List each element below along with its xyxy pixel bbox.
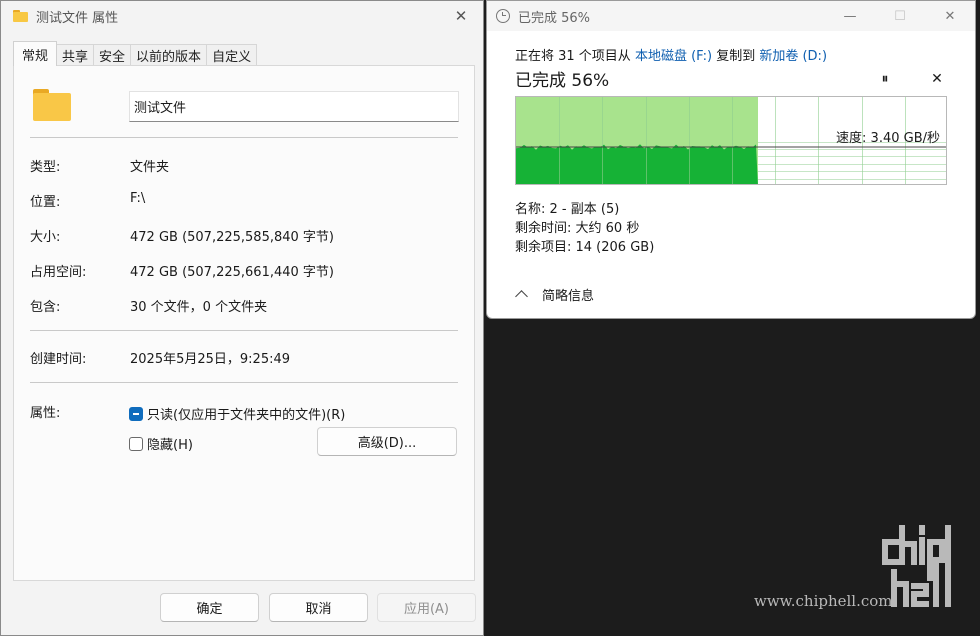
readonly-label: 只读(仅应用于文件夹中的文件)(R)	[147, 408, 346, 423]
advanced-button[interactable]: 高级(D)...	[317, 427, 457, 456]
properties-titlebar: 测试文件 属性 ✕	[1, 1, 483, 31]
divider	[30, 330, 458, 331]
folder-name-input[interactable]: 测试文件	[129, 91, 459, 122]
cancel-icon[interactable]: ✕	[927, 69, 947, 89]
watermark-url: www.chiphell.com	[754, 592, 893, 610]
copy-progress-window: 已完成 56% — ☐ ✕ 正在将 31 个项目从 本地磁盘 (F:) 复制到 …	[486, 0, 976, 319]
hidden-checkbox[interactable]: 隐藏(H)	[129, 434, 193, 453]
progress-title: 已完成 56%	[515, 71, 610, 91]
readonly-checkbox[interactable]: 只读(仅应用于文件夹中的文件)(R)	[129, 404, 345, 423]
location-value: F:\	[130, 191, 146, 206]
tab-sharing[interactable]: 共享	[56, 44, 95, 66]
checkbox-icon[interactable]	[129, 436, 143, 451]
location-label: 位置:	[30, 195, 61, 210]
general-panel: 测试文件 类型: 文件夹 位置: F:\ 大小: 472 GB (507,225…	[13, 65, 475, 581]
size-value: 472 GB (507,225,585,840 字节)	[130, 230, 334, 245]
destination-link[interactable]: 新加卷 (D:)	[759, 49, 827, 64]
chiphell-logo	[882, 525, 951, 607]
folder-icon	[13, 10, 28, 22]
contains-value: 30 个文件，0 个文件夹	[130, 300, 268, 315]
items-remaining-info: 剩余项目: 14 (206 GB)	[515, 240, 655, 255]
fewer-details-label: 简略信息	[542, 289, 595, 304]
copy-description: 正在将 31 个项目从 本地磁盘 (F:) 复制到 新加卷 (D:)	[515, 45, 827, 64]
folder-icon	[33, 89, 71, 121]
created-value: 2025年5月25日，9:25:49	[130, 352, 291, 367]
close-icon[interactable]: ✕	[927, 1, 973, 31]
copy-middle: 复制到	[712, 49, 760, 64]
size-on-disk-value: 472 GB (507,225,661,440 字节)	[130, 265, 334, 280]
type-value: 文件夹	[130, 160, 170, 175]
hidden-label: 隐藏(H)	[147, 438, 193, 453]
time-remaining-info: 剩余时间: 大约 60 秒	[515, 221, 640, 236]
pause-icon[interactable]: ⏸	[875, 69, 895, 89]
tab-general[interactable]: 常规	[13, 41, 58, 66]
created-label: 创建时间:	[30, 352, 87, 367]
tab-strip: 常规 共享 安全 以前的版本 自定义	[13, 41, 258, 66]
speed-label: 速度: 3.40 GB/秒	[836, 131, 940, 146]
copy-prefix: 正在将 31 个项目从	[515, 49, 635, 64]
size-on-disk-label: 占用空间:	[30, 265, 87, 280]
window-title: 已完成 56%	[518, 10, 591, 26]
properties-window: 测试文件 属性 ✕ 常规 共享 安全 以前的版本 自定义 测试文件 类型: 文件…	[0, 0, 484, 636]
minimize-icon[interactable]: —	[827, 1, 873, 31]
clock-icon	[496, 9, 510, 23]
type-label: 类型:	[30, 160, 61, 175]
speed-graph: 速度: 3.40 GB/秒	[515, 96, 947, 185]
apply-button[interactable]: 应用(A)	[377, 593, 476, 622]
size-label: 大小:	[30, 230, 61, 245]
chevron-up-icon	[515, 290, 528, 303]
source-link[interactable]: 本地磁盘 (F:)	[635, 49, 712, 64]
contains-label: 包含:	[30, 300, 61, 315]
window-title: 测试文件 属性	[36, 10, 119, 26]
divider	[30, 382, 458, 383]
ok-button[interactable]: 确定	[160, 593, 259, 622]
attributes-label: 属性:	[30, 406, 61, 421]
tab-customize[interactable]: 自定义	[206, 44, 258, 66]
maximize-icon[interactable]: ☐	[877, 1, 923, 31]
file-name-info: 名称: 2 - 副本 (5)	[515, 202, 620, 217]
tab-previous-versions[interactable]: 以前的版本	[130, 44, 208, 66]
fewer-details-toggle[interactable]: 简略信息	[515, 285, 595, 304]
cancel-button[interactable]: 取消	[269, 593, 368, 622]
divider	[30, 137, 458, 138]
checkbox-indeterminate-icon[interactable]	[129, 406, 143, 421]
close-icon[interactable]: ✕	[439, 1, 483, 31]
tab-security[interactable]: 安全	[93, 44, 132, 66]
